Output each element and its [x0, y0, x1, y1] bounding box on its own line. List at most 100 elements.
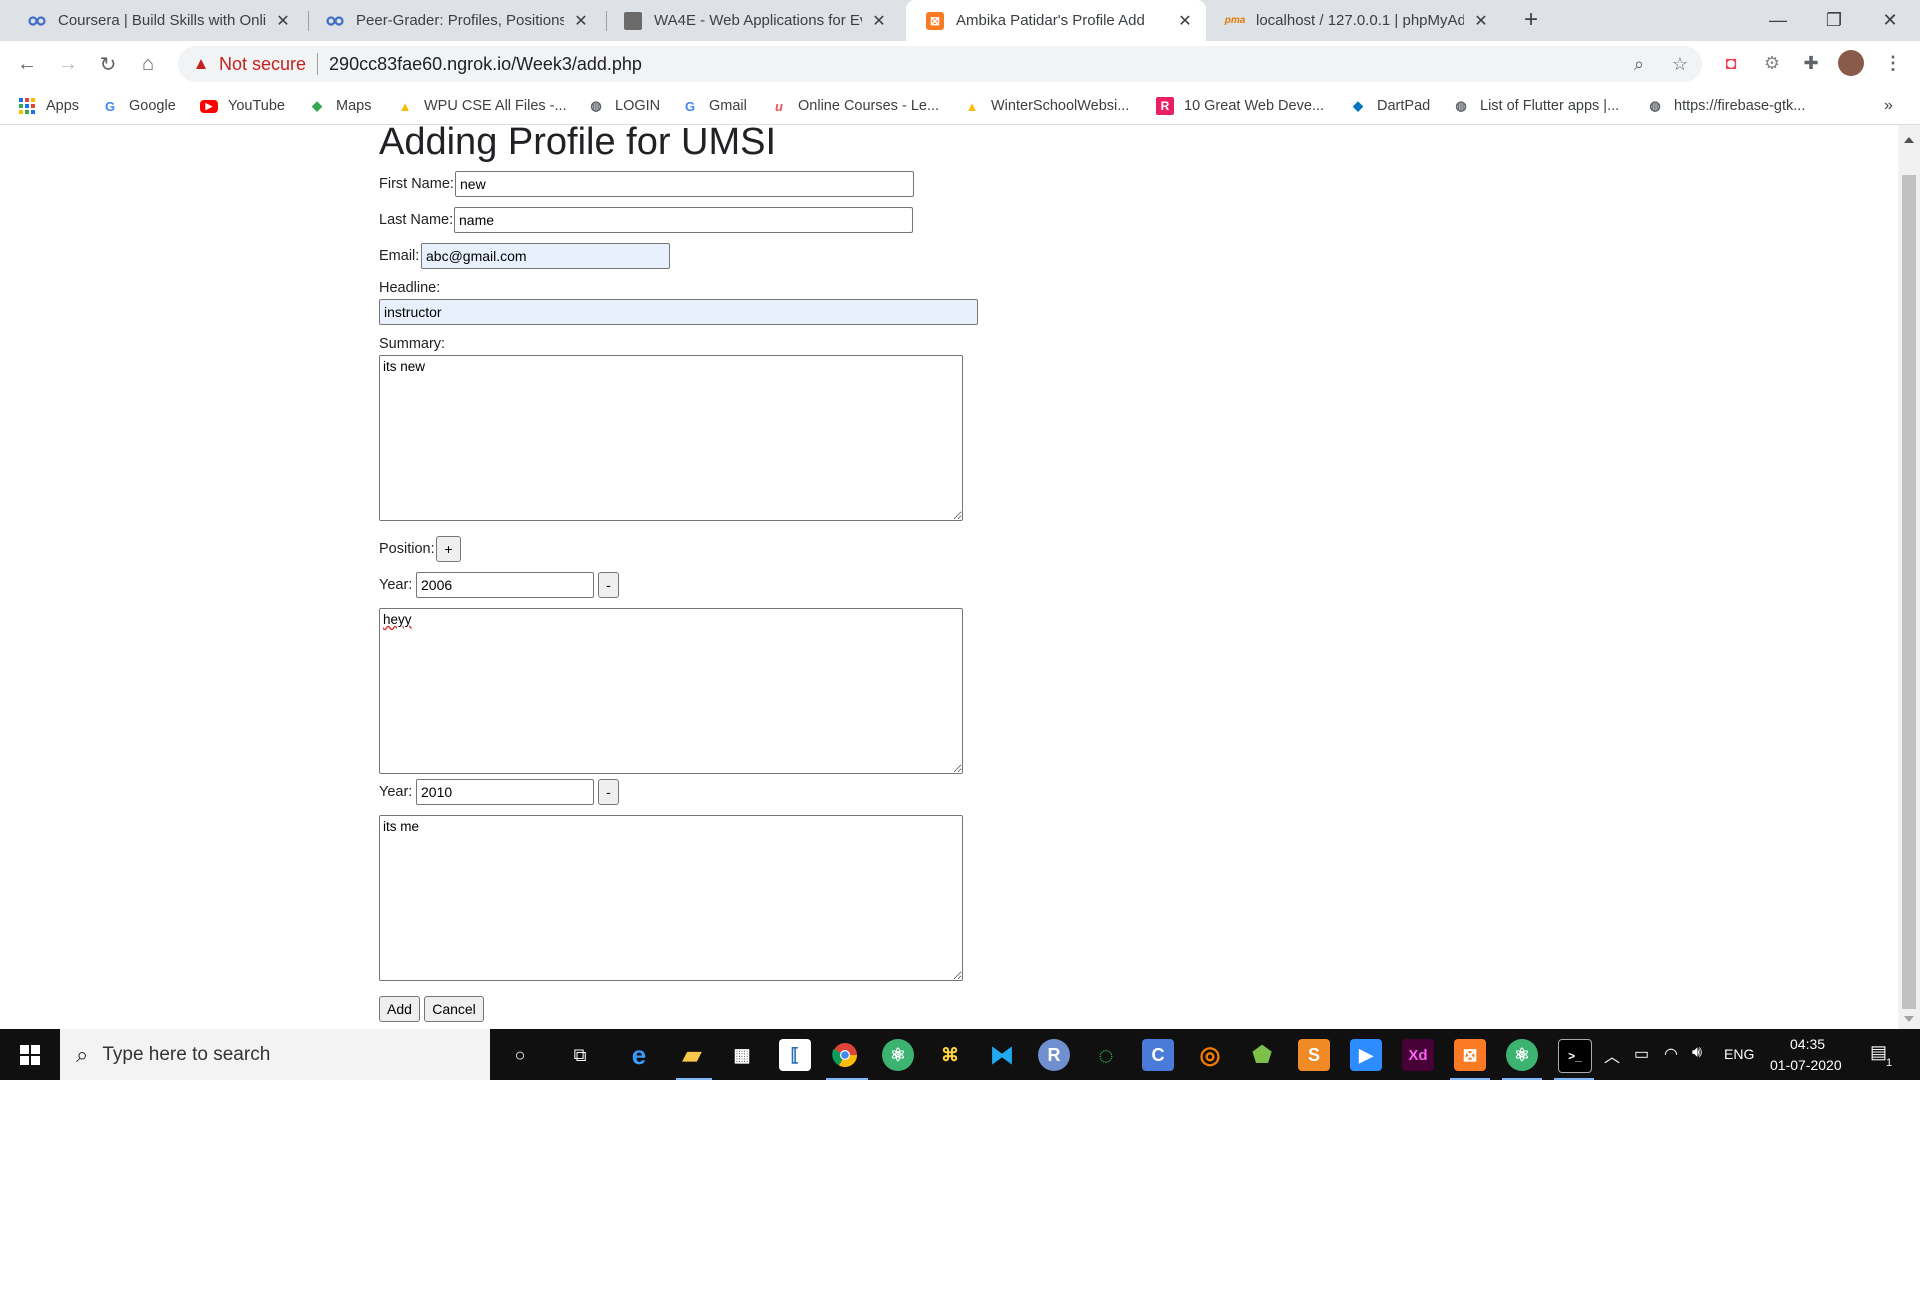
- cortana-icon[interactable]: ○: [504, 1039, 536, 1071]
- tab-phpmyadmin[interactable]: pma localhost / 127.0.0.1 | phpMyAdm ✕: [1206, 0, 1502, 41]
- summary-textarea[interactable]: its new: [379, 355, 963, 521]
- chevron-up-icon[interactable]: ︿: [1604, 1043, 1620, 1067]
- clock-date[interactable]: 01-07-2020: [1770, 1057, 1842, 1073]
- tab-wa4e[interactable]: WA4E - Web Applications for Eve ✕: [604, 0, 900, 41]
- close-icon[interactable]: ✕: [868, 10, 890, 32]
- last-name-input[interactable]: [454, 207, 913, 233]
- bookmark-maps[interactable]: ◆ Maps: [308, 95, 371, 117]
- back-icon[interactable]: ←: [11, 48, 43, 80]
- add-button[interactable]: Add: [379, 996, 420, 1022]
- origin-icon[interactable]: ◎: [1194, 1039, 1226, 1071]
- pocket-extension-icon[interactable]: ◘: [1717, 49, 1745, 77]
- page-scrollbar[interactable]: [1898, 125, 1920, 1029]
- close-icon[interactable]: ✕: [570, 10, 592, 32]
- more-bookmarks-icon[interactable]: »: [1884, 95, 1893, 117]
- restore-icon[interactable]: ❐: [1804, 0, 1864, 41]
- atom-icon[interactable]: ⚛: [882, 1039, 914, 1071]
- settings-extension-icon[interactable]: ⚙: [1758, 49, 1786, 77]
- bookmark-star-icon[interactable]: ☆: [1670, 54, 1690, 74]
- adobe-xd-icon[interactable]: Xd: [1402, 1039, 1434, 1071]
- google-icon: G: [104, 98, 116, 114]
- add-position-button[interactable]: +: [436, 536, 461, 562]
- not-secure-label[interactable]: Not secure: [219, 54, 306, 75]
- scroll-up-icon[interactable]: [1904, 137, 1914, 143]
- c-app-icon[interactable]: C: [1142, 1039, 1174, 1071]
- reload-icon[interactable]: ↻: [92, 48, 124, 80]
- tab-peer-grader[interactable]: Peer-Grader: Profiles, Positions an ✕: [306, 0, 602, 41]
- position-description-textarea[interactable]: its me: [379, 815, 963, 981]
- atom-icon[interactable]: ⚛: [1506, 1039, 1538, 1071]
- bookmark-wpu-cse[interactable]: ▲ WPU CSE All Files -...: [396, 95, 567, 117]
- zoom-icon[interactable]: ⌕: [1629, 54, 1649, 74]
- close-icon[interactable]: ✕: [1174, 10, 1196, 32]
- close-icon[interactable]: ✕: [1470, 10, 1492, 32]
- avatar[interactable]: [1837, 49, 1865, 77]
- progress-ring-icon[interactable]: ◌: [1090, 1039, 1122, 1071]
- new-tab-button[interactable]: +: [1518, 8, 1544, 34]
- edge-icon[interactable]: e: [623, 1039, 655, 1071]
- file-explorer-icon[interactable]: ▰: [676, 1039, 708, 1071]
- bookmark-winterschool[interactable]: ▲ WinterSchoolWebsi...: [963, 95, 1130, 117]
- bookmark-gmail[interactable]: G Gmail: [681, 95, 747, 117]
- bookmark-label: https://firebase-gtk...: [1674, 98, 1806, 114]
- chrome-icon[interactable]: [829, 1039, 861, 1071]
- forward-icon[interactable]: →: [52, 48, 84, 80]
- xampp-icon[interactable]: ⊠: [1454, 1039, 1486, 1071]
- android-studio-icon[interactable]: ⬟: [1246, 1039, 1278, 1071]
- remove-position-button[interactable]: -: [598, 572, 619, 598]
- position-label: Position:: [379, 541, 435, 557]
- url-text[interactable]: 290cc83fae60.ngrok.io/Week3/add.php: [329, 54, 642, 75]
- windows-start-icon[interactable]: [0, 1029, 60, 1080]
- clock-time[interactable]: 04:35: [1790, 1036, 1825, 1052]
- bookmark-login[interactable]: ◍ LOGIN: [587, 95, 660, 117]
- python-icon[interactable]: ⌘: [934, 1039, 966, 1071]
- tab-strip: Coursera | Build Skills with Online ✕ Pe…: [0, 0, 1920, 41]
- remove-position-button[interactable]: -: [598, 779, 619, 805]
- first-name-input[interactable]: [455, 171, 914, 197]
- bookmark-online-courses[interactable]: u Online Courses - Le...: [770, 95, 939, 117]
- bookmark-dartpad[interactable]: ◆ DartPad: [1349, 95, 1430, 117]
- bookmark-google[interactable]: G Google: [101, 95, 176, 117]
- scroll-down-icon[interactable]: [1904, 1016, 1914, 1022]
- notification-icon[interactable]: ▤: [1870, 1042, 1887, 1063]
- bracket-app-icon[interactable]: ⟦: [779, 1039, 811, 1071]
- close-icon[interactable]: ✕: [272, 10, 294, 32]
- bookmark-web-dev[interactable]: R 10 Great Web Deve...: [1156, 95, 1324, 117]
- r-icon[interactable]: R: [1038, 1039, 1070, 1071]
- email-input[interactable]: [421, 243, 670, 269]
- position-description-textarea[interactable]: heyy: [379, 608, 963, 774]
- year-input[interactable]: [416, 572, 594, 598]
- language-indicator[interactable]: ENG: [1724, 1046, 1754, 1062]
- bookmark-youtube[interactable]: ▶ YouTube: [200, 95, 285, 117]
- microsoft-store-icon[interactable]: ▦: [726, 1039, 758, 1071]
- year-input[interactable]: [416, 779, 594, 805]
- phpmyadmin-icon: pma: [1224, 15, 1246, 26]
- minimize-icon[interactable]: —: [1748, 0, 1808, 41]
- menu-kebab-icon[interactable]: ⋮: [1879, 49, 1907, 77]
- warning-icon[interactable]: ▲: [191, 54, 211, 74]
- wifi-icon[interactable]: ◠: [1664, 1044, 1678, 1064]
- tab-profile-add[interactable]: ⊠ Ambika Patidar's Profile Add ✕: [906, 0, 1206, 41]
- volume-icon[interactable]: 🔊︎: [1692, 1044, 1702, 1062]
- task-view-icon[interactable]: ⧉: [564, 1039, 596, 1071]
- home-icon[interactable]: ⌂: [132, 48, 164, 80]
- battery-icon[interactable]: ▭: [1634, 1044, 1649, 1064]
- sublime-icon[interactable]: S: [1298, 1039, 1330, 1071]
- zoom-app-icon[interactable]: ▶: [1350, 1039, 1382, 1071]
- scrollbar-thumb[interactable]: [1902, 175, 1916, 1009]
- tab-coursera[interactable]: Coursera | Build Skills with Online ✕: [8, 0, 304, 41]
- bookmark-apps[interactable]: Apps: [18, 95, 79, 117]
- tab-title: Peer-Grader: Profiles, Positions an: [356, 12, 564, 29]
- cancel-button[interactable]: Cancel: [424, 996, 484, 1022]
- bookmark-flutter-apps[interactable]: ◍ List of Flutter apps |...: [1452, 95, 1619, 117]
- window-close-icon[interactable]: ✕: [1860, 0, 1920, 41]
- bookmark-firebase[interactable]: ◍ https://firebase-gtk...: [1646, 95, 1805, 117]
- maps-icon: ◆: [312, 98, 322, 113]
- address-bar[interactable]: ▲ Not secure 290cc83fae60.ngrok.io/Week3…: [178, 46, 1702, 82]
- terminal-icon[interactable]: >_: [1558, 1039, 1592, 1073]
- taskbar-search[interactable]: ⌕ Type here to search: [60, 1029, 490, 1080]
- headline-input[interactable]: [379, 299, 978, 325]
- extensions-puzzle-icon[interactable]: ✚: [1797, 49, 1825, 77]
- vscode-icon[interactable]: ⧓: [986, 1039, 1018, 1071]
- bookmark-label: Google: [129, 98, 176, 114]
